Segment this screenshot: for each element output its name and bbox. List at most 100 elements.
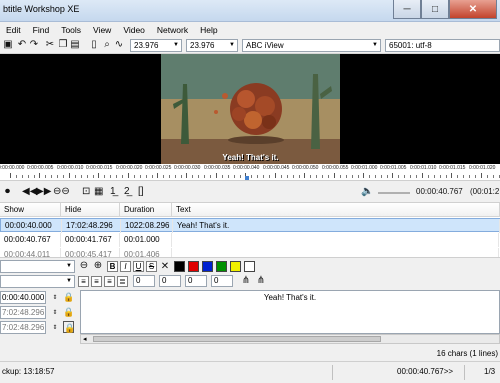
play-icon[interactable]: ⏺ — [5, 186, 10, 198]
timeline-tick-label: 0:00:00.010 — [57, 165, 84, 171]
volume-slider[interactable] — [378, 192, 410, 194]
bold-button[interactable]: B — [107, 261, 118, 272]
column-header-text[interactable]: Text — [172, 203, 500, 217]
align-center-icon[interactable]: ≡ — [91, 276, 102, 287]
video-player[interactable]: Yeah! That's it. — [0, 54, 500, 164]
loop-icon[interactable]: ⊖⊖ — [53, 186, 70, 198]
frame-icon[interactable]: ⊡ — [82, 186, 90, 198]
scroll-left-icon[interactable]: ◂ — [83, 335, 87, 343]
margin-vertical-field[interactable]: 0 — [185, 275, 207, 287]
find-icon[interactable]: ⌕ — [101, 39, 113, 51]
timeline-minor-tick — [93, 175, 94, 178]
fps-output-combo[interactable]: 23.976 ▼ — [186, 39, 238, 52]
encoding-combo[interactable]: 65001: utf-8 — [385, 39, 500, 52]
lock-icon[interactable]: 🔒 — [63, 321, 75, 333]
remove-format-icon[interactable]: ✕ — [159, 261, 171, 273]
menu-tools[interactable]: Tools — [55, 25, 87, 35]
save-icon[interactable]: ▣ — [2, 39, 14, 51]
timeline-tick-label: 0:00:00.050 — [292, 165, 319, 171]
menu-view[interactable]: View — [87, 25, 117, 35]
color-blue[interactable] — [202, 261, 213, 272]
status-divider — [464, 365, 465, 380]
zoom-in-icon[interactable]: ⊕ — [92, 260, 104, 272]
table-row[interactable]: 00:00:44.011 00:00:45.417 00:01.406 — [0, 248, 500, 257]
menu-bar: Edit Find Tools View Video Network Help — [0, 22, 500, 37]
backup-status: ckup: 13:18:57 — [2, 367, 55, 376]
color-red[interactable] — [188, 261, 199, 272]
column-header-hide[interactable]: Hide — [61, 203, 120, 217]
menu-help[interactable]: Help — [194, 25, 223, 35]
underline-button[interactable]: U — [133, 261, 144, 272]
subtitle-text-editor[interactable]: Yeah! That's it. — [80, 290, 500, 334]
show-time-field[interactable]: 0:00:40.000 — [0, 291, 46, 304]
align-justify-icon[interactable]: ≣ — [117, 276, 128, 287]
column-header-duration[interactable]: Duration — [120, 203, 172, 217]
spin-icon[interactable]: ⇕ — [49, 322, 61, 334]
cut-icon[interactable]: ✂ — [44, 39, 56, 51]
merge-icon[interactable]: ⋔ — [255, 275, 267, 287]
menu-find[interactable]: Find — [27, 25, 56, 35]
zoom-out-icon[interactable]: ⊖ — [78, 260, 90, 272]
step-forward-icon[interactable]: ▶▶ — [36, 186, 51, 198]
color-white[interactable] — [244, 261, 255, 272]
table-row[interactable]: 00:00:40.000 17:02:48.296 1022:08.296 Ye… — [0, 218, 500, 233]
lock-icon[interactable]: 🔒 — [63, 291, 74, 303]
set-end-icon[interactable]: 2̲ — [124, 186, 130, 198]
actor-combo[interactable]: ▼ — [0, 275, 75, 288]
cell-show: 00:00:40.767 — [0, 233, 61, 247]
subtitle-text: Yeah! That's it. — [263, 293, 317, 302]
timeline-minor-tick — [234, 175, 235, 178]
set-start-icon[interactable]: 1̲ — [110, 186, 116, 198]
char-count: 16 chars (1 lines) — [436, 349, 498, 358]
timeline-minor-tick — [163, 175, 164, 178]
horizontal-scrollbar[interactable]: ◂ — [80, 334, 500, 344]
align-right-icon[interactable]: ≡ — [104, 276, 115, 287]
duration-field[interactable]: 7:02:48.296 — [0, 321, 46, 334]
table-row[interactable]: 00:00:40.767 00:00:41.767 00:01.000 — [0, 233, 500, 247]
scrollbar-thumb[interactable] — [93, 336, 381, 342]
menu-video[interactable]: Video — [117, 25, 151, 35]
paste-icon[interactable]: ▤ — [69, 39, 81, 51]
copy-icon[interactable]: ❐ — [57, 39, 69, 51]
close-button[interactable]: ✕ — [449, 0, 497, 19]
timeline-minor-tick — [192, 175, 193, 178]
chevron-down-icon: ▼ — [372, 42, 378, 48]
wave-icon[interactable]: ∿ — [113, 39, 125, 51]
timeline-ruler[interactable]: 0:00:00.000 0:00:00.005 0:00:00.010 0:00:00… — [0, 164, 500, 181]
color-black[interactable] — [174, 261, 185, 272]
strike-button[interactable]: S — [146, 261, 157, 272]
undo-icon[interactable]: ↶ — [16, 39, 28, 51]
chevron-down-icon: ▼ — [66, 278, 72, 284]
timeline-minor-tick — [340, 175, 341, 178]
redo-icon[interactable]: ↷ — [28, 39, 40, 51]
margin-left-field[interactable]: 0 — [133, 275, 155, 287]
minimize-button[interactable]: ─ — [393, 0, 421, 19]
grid-icon[interactable]: ▦ — [94, 186, 103, 198]
hide-time-field[interactable]: 7:02:48.296 — [0, 306, 46, 319]
align-left-icon[interactable]: ≡ — [78, 276, 89, 287]
timeline-tick-label: 0:00:01.010 — [410, 165, 437, 171]
volume-icon[interactable]: 🔈 — [361, 186, 373, 198]
layer-field[interactable]: 0 — [211, 275, 233, 287]
color-yellow[interactable] — [230, 261, 241, 272]
color-green[interactable] — [216, 261, 227, 272]
menu-network[interactable]: Network — [151, 25, 194, 35]
split-icon[interactable]: ⋔ — [240, 275, 252, 287]
spin-icon[interactable]: ⇕ — [49, 292, 61, 304]
style-combo[interactable]: ▼ — [0, 260, 75, 273]
timeline-minor-tick — [81, 175, 82, 178]
format-combo[interactable]: ABC iView ▼ — [242, 39, 381, 52]
margin-right-field[interactable]: 0 — [159, 275, 181, 287]
spin-icon[interactable]: ⇕ — [49, 307, 61, 319]
maximize-button[interactable]: □ — [421, 0, 449, 19]
italic-button[interactable]: I — [120, 261, 131, 272]
column-header-show[interactable]: Show — [0, 203, 61, 217]
bracket-icon[interactable]: [] — [138, 186, 144, 198]
timeline-tick — [422, 173, 423, 178]
fps-input-combo[interactable]: 23.976 ▼ — [130, 39, 182, 52]
book-icon[interactable]: ▯ — [88, 39, 100, 51]
lock-icon[interactable]: 🔒 — [63, 306, 74, 318]
timeline-tick-label: 0:00:00.025 — [145, 165, 172, 171]
menu-edit[interactable]: Edit — [0, 25, 27, 35]
timeline-tick — [334, 173, 335, 178]
